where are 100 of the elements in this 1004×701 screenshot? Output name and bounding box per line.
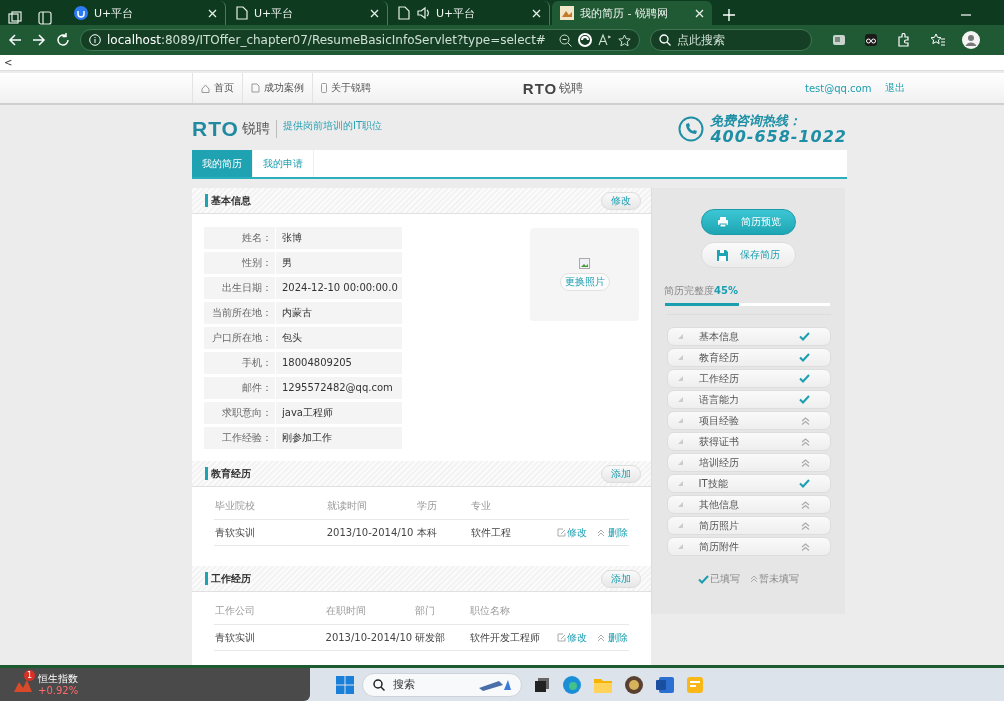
table-cell: 研发部 — [414, 624, 469, 651]
corner-icon — [677, 376, 683, 381]
column-header: 专业 — [470, 493, 556, 520]
corner-icon — [677, 334, 683, 339]
pencil-icon — [557, 528, 566, 537]
search-field[interactable]: 点此搜索 — [650, 29, 812, 51]
field-label: 手机： — [241, 356, 273, 370]
search-field[interactable]: 搜索 — [362, 672, 522, 697]
site-icon — [560, 6, 574, 20]
corner-icon — [677, 502, 683, 507]
hotline-label: 免费咨询热线： — [710, 113, 803, 129]
nav-link[interactable]: 成功案例 — [242, 73, 312, 103]
legend-text: 暂未填写 — [759, 572, 799, 586]
word-icon[interactable] — [656, 675, 674, 694]
column-header: 部门 — [414, 598, 469, 625]
checklist-item[interactable]: 语言能力 — [666, 390, 831, 409]
read-aloud-icon[interactable] — [598, 33, 612, 47]
checklist-item[interactable]: 工作经历 — [666, 369, 831, 388]
task-view-icon[interactable] — [534, 676, 550, 693]
column-header: 就读时间 — [325, 493, 416, 520]
completeness-label: 简历完整度45% — [664, 284, 738, 298]
back-link[interactable]: < — [4, 57, 13, 68]
brand-logo[interactable]: RTO 锐聘 — [192, 117, 277, 141]
field-label: 工作经验： — [221, 431, 273, 445]
corner-icon — [677, 418, 683, 423]
column-header: 在职时间 — [324, 598, 415, 625]
field-label: 求职意向： — [221, 406, 273, 420]
tab-actions-icon[interactable] — [38, 11, 52, 25]
close-icon[interactable] — [695, 8, 704, 18]
table-cell: 青软实训 — [214, 519, 326, 546]
floppy-icon — [717, 249, 728, 261]
field-label: 邮件： — [241, 381, 273, 395]
checklist-item[interactable]: 简历附件 — [666, 537, 831, 556]
table-cell: 2013/10-2014/10 — [324, 624, 415, 651]
page-icon — [398, 6, 410, 20]
checklist-item[interactable]: 项目经验 — [666, 411, 831, 430]
checklist-item[interactable]: IT技能 — [666, 474, 831, 493]
corner-icon — [677, 523, 683, 528]
close-icon[interactable] — [370, 8, 379, 18]
puzzle-icon[interactable] — [896, 33, 910, 47]
table-cell: 软件工程 — [470, 519, 556, 546]
search-icon — [659, 34, 671, 46]
section-title: 教育经历 — [205, 467, 251, 480]
home-icon — [201, 83, 210, 93]
nav-link[interactable]: 关于锐聘 — [312, 73, 379, 103]
chevron-up-icon — [750, 575, 758, 583]
corner-icon — [677, 355, 683, 360]
workspaces-icon[interactable] — [8, 11, 22, 25]
zoom-out-icon[interactable] — [559, 33, 572, 47]
widget-change: +0.92% — [38, 684, 79, 697]
close-icon[interactable] — [532, 8, 541, 18]
corner-icon — [677, 544, 683, 549]
browser-icon[interactable] — [562, 674, 582, 695]
address-bar[interactable]: localhost:8089/ITOffer_chapter07/ResumeBasicInfoServlet?type=select# — [80, 29, 640, 51]
chevron-up-icon — [597, 633, 605, 642]
avatar-icon[interactable] — [962, 31, 980, 49]
checklist-item[interactable]: 基本信息 — [666, 327, 831, 346]
broken-image-icon — [579, 258, 590, 269]
checklist-item[interactable]: 培训经历 — [666, 453, 831, 472]
nav-link[interactable]: 首页 — [192, 73, 242, 103]
back-icon[interactable] — [8, 33, 22, 47]
extension-icon[interactable] — [832, 34, 846, 46]
corner-icon — [677, 439, 683, 444]
column-header: 职位名称 — [468, 598, 556, 625]
forward-icon[interactable] — [32, 33, 46, 47]
windows-icon[interactable] — [336, 675, 354, 694]
browser-tab[interactable]: 我的简历 - 锐聘网 — [552, 1, 712, 25]
favorites-icon[interactable] — [930, 33, 946, 47]
checklist-item[interactable]: 简历照片 — [666, 516, 831, 535]
glasses-icon[interactable] — [864, 33, 878, 47]
checklist-item[interactable]: 教育经历 — [666, 348, 831, 367]
stock-widget[interactable]: 1 恒生指数 +0.92% — [0, 668, 310, 701]
document-icon — [251, 83, 260, 93]
corner-icon — [677, 397, 683, 402]
checklist-item[interactable]: 获得证书 — [666, 432, 831, 451]
refresh-icon[interactable] — [56, 33, 70, 47]
corner-icon — [677, 460, 683, 465]
section-title: 基本信息 — [205, 194, 251, 207]
info-icon — [89, 34, 101, 46]
printer-icon — [716, 216, 729, 228]
favorite-icon[interactable] — [618, 33, 631, 47]
page-icon — [236, 6, 248, 20]
site-logo[interactable]: RTO 锐聘 — [389, 79, 717, 97]
search-icon — [373, 678, 385, 691]
legend-text: 已填写 — [710, 572, 740, 586]
field-label: 姓名： — [241, 231, 273, 245]
table-cell: 本科 — [415, 519, 471, 546]
field-label: 性别： — [241, 256, 273, 270]
table-cell: 青软实训 — [214, 624, 325, 651]
close-icon[interactable] — [208, 8, 217, 18]
column-header: 学历 — [415, 493, 471, 520]
checklist-item[interactable]: 其他信息 — [666, 495, 831, 514]
hotline-number: 400-658-1022 — [710, 129, 847, 145]
phone-icon — [321, 83, 327, 93]
chevron-up-icon — [597, 528, 605, 537]
app-icon — [74, 6, 88, 20]
field-label: 户口所在地： — [211, 331, 273, 345]
pencil-icon — [557, 633, 566, 642]
column-header: 工作公司 — [214, 598, 325, 625]
check-icon — [698, 574, 709, 584]
